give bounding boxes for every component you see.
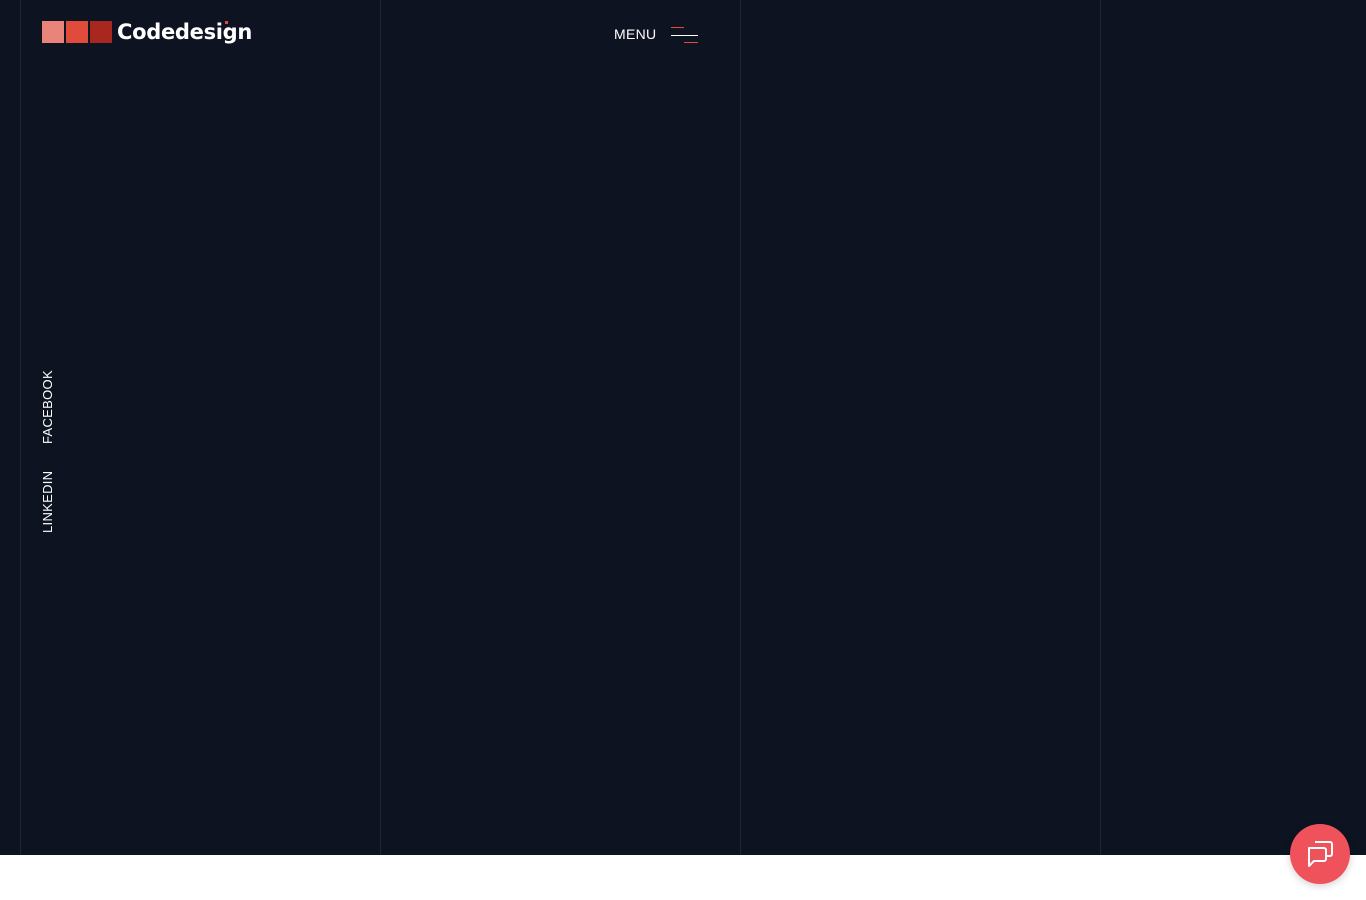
chat-icon — [1308, 841, 1333, 867]
menu-button[interactable]: MENU — [614, 24, 699, 44]
chat-button[interactable] — [1290, 824, 1350, 884]
hamburger-line-bottom — [684, 42, 699, 43]
hamburger-icon — [671, 25, 699, 43]
grid-line — [740, 0, 741, 855]
menu-label: MENU — [614, 26, 657, 42]
grid-line — [1100, 0, 1101, 855]
grid-line — [380, 0, 381, 855]
hamburger-line-middle — [671, 35, 699, 36]
logo-square — [42, 20, 64, 43]
logo-square — [90, 20, 112, 43]
grid-line — [20, 0, 21, 855]
hamburger-line-top — [671, 27, 685, 28]
logo[interactable]: Codedesign — [42, 20, 252, 43]
linkedin-link[interactable]: LINKEDIN — [40, 471, 55, 533]
logo-accent-dot — [225, 20, 228, 24]
facebook-link[interactable]: FACEBOOK — [40, 370, 55, 444]
logo-text: Codedesign — [117, 19, 253, 44]
brand-name: Codedesign — [117, 19, 253, 44]
logo-square — [66, 20, 88, 43]
page: Codedesign MENU FACEBOOK LINKEDIN — [0, 0, 1366, 900]
hero-section: Codedesign MENU FACEBOOK LINKEDIN — [0, 0, 1366, 855]
